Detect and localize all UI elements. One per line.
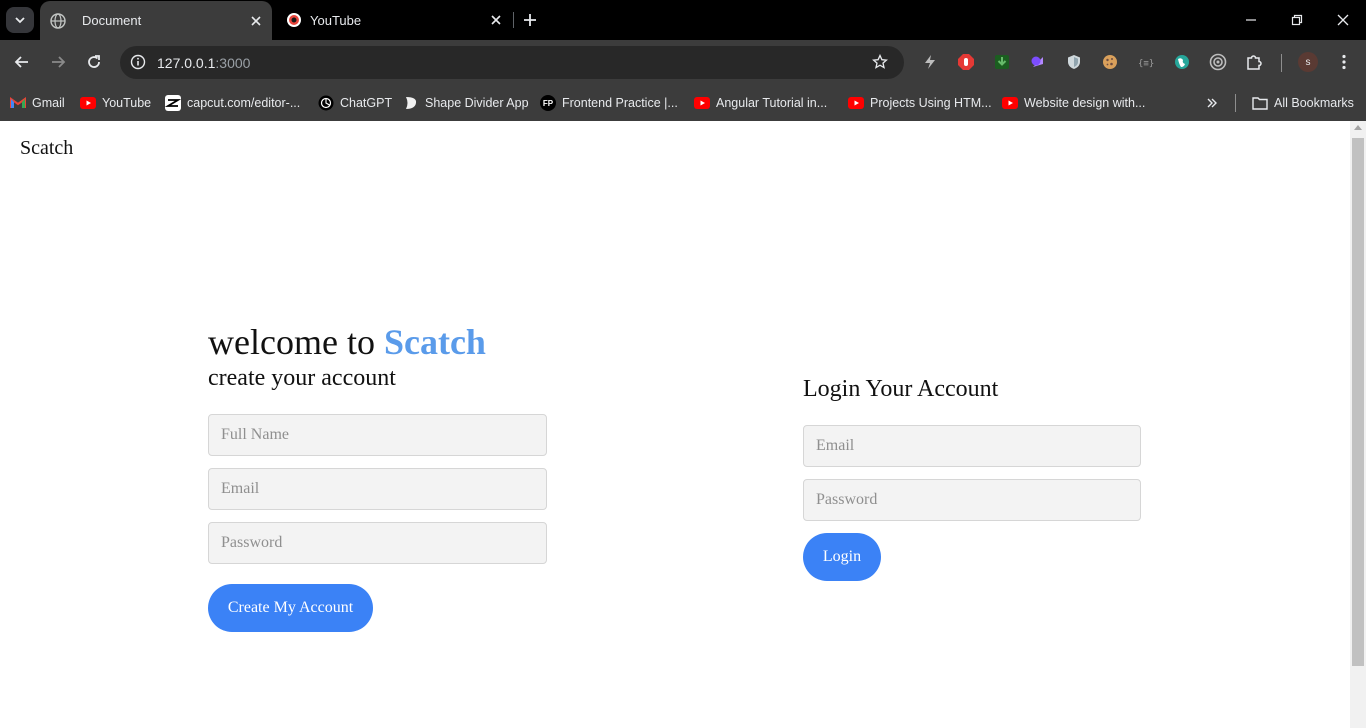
- tab-strip: Document YouTube: [0, 0, 1366, 40]
- plus-icon: [524, 14, 536, 26]
- login-email-input[interactable]: [803, 425, 1141, 467]
- new-tab-button[interactable]: [518, 8, 542, 32]
- create-account-button[interactable]: Create My Account: [208, 584, 373, 632]
- bookmark-label: Angular Tutorial in...: [716, 96, 828, 110]
- scrollbar-thumb[interactable]: [1352, 138, 1364, 666]
- kebab-menu-icon[interactable]: [1334, 52, 1354, 72]
- globe-extension-icon[interactable]: [1172, 52, 1192, 72]
- bookmark-projects-html[interactable]: Projects Using HTM...: [848, 93, 992, 113]
- reload-button[interactable]: [80, 48, 108, 76]
- minimize-button[interactable]: [1228, 0, 1274, 40]
- toolbar-divider: [1281, 54, 1282, 72]
- url-host: 127.0.0.1: [157, 55, 216, 71]
- tab-divider: [513, 12, 514, 28]
- restore-button[interactable]: [1274, 0, 1320, 40]
- json-extension-icon[interactable]: {≡}: [1136, 52, 1156, 72]
- address-bar[interactable]: 127.0.0.1:3000: [120, 46, 904, 79]
- bookmarks-divider: [1235, 94, 1236, 112]
- close-tab-icon[interactable]: [246, 11, 266, 31]
- welcome-brand: Scatch: [383, 322, 486, 362]
- capcut-icon: [165, 95, 181, 111]
- double-chevron-right-icon: [1207, 98, 1217, 108]
- bookmark-youtube[interactable]: YouTube: [80, 93, 151, 113]
- bookmark-label: YouTube: [102, 96, 152, 110]
- bookmark-gmail[interactable]: Gmail: [10, 93, 65, 113]
- bookmark-website-design[interactable]: Website design with...: [1002, 93, 1145, 113]
- back-button[interactable]: [8, 48, 36, 76]
- brand-logo[interactable]: Scatch: [20, 137, 73, 160]
- close-window-button[interactable]: [1320, 0, 1366, 40]
- shape-divider-icon: [403, 95, 419, 111]
- gmail-icon: [10, 95, 26, 111]
- bookmark-label: Website design with...: [1024, 96, 1146, 110]
- youtube-icon: [1002, 95, 1018, 111]
- bookmark-label: Shape Divider App: [425, 96, 529, 110]
- welcome-prefix: welcome to: [208, 322, 375, 362]
- chevron-down-icon: [15, 17, 25, 24]
- youtube-icon: [694, 95, 710, 111]
- signup-password-input[interactable]: [208, 522, 547, 564]
- tab-title: YouTube: [310, 12, 362, 28]
- scroll-up-arrow-icon[interactable]: [1354, 125, 1362, 130]
- restore-icon: [1291, 14, 1303, 26]
- puzzle-extensions-icon[interactable]: [1244, 52, 1264, 72]
- youtube-icon: [80, 95, 96, 111]
- bookmark-label: capcut.com/editor-...: [187, 96, 301, 110]
- bookmark-label: All Bookmarks: [1274, 96, 1354, 110]
- tab-search-button[interactable]: [6, 7, 34, 33]
- page-viewport: Scatch welcome to Scatch create your acc…: [0, 121, 1350, 728]
- browser-toolbar: 127.0.0.1:3000 {≡} s: [0, 40, 1366, 85]
- tab-document[interactable]: Document: [40, 1, 272, 40]
- stop-hand-extension-icon[interactable]: [956, 52, 976, 72]
- forward-button[interactable]: [44, 48, 72, 76]
- bookmark-label: ChatGPT: [340, 96, 393, 110]
- shield-extension-icon[interactable]: [1064, 52, 1084, 72]
- purple-extension-icon[interactable]: [1028, 52, 1048, 72]
- bookmark-label: Gmail: [32, 96, 65, 110]
- globe-icon: [50, 12, 66, 29]
- reload-icon: [88, 55, 100, 68]
- arrow-right-icon: [52, 56, 66, 68]
- fp-icon: FP: [540, 95, 556, 111]
- bookmark-star-icon[interactable]: [870, 52, 890, 72]
- download-extension-icon[interactable]: [992, 52, 1012, 72]
- youtube-icon: [848, 95, 864, 111]
- signup-email-input[interactable]: [208, 468, 547, 510]
- site-info-icon[interactable]: [128, 52, 148, 72]
- youtube-recording-icon: [286, 12, 302, 28]
- chatgpt-icon: [318, 95, 334, 111]
- url-port: :3000: [215, 55, 251, 71]
- bookmark-chatgpt[interactable]: ChatGPT: [318, 93, 392, 113]
- login-heading: Login Your Account: [803, 376, 999, 402]
- tab-title: Document: [82, 13, 142, 28]
- folder-icon: [1252, 95, 1268, 111]
- minimize-icon: [1246, 19, 1256, 21]
- fullname-input[interactable]: [208, 414, 547, 456]
- bookmark-angular-tutorial[interactable]: Angular Tutorial in...: [694, 93, 827, 113]
- close-icon: [1337, 14, 1349, 26]
- close-tab-icon[interactable]: [486, 10, 506, 30]
- svg-text:{≡}: {≡}: [1138, 59, 1154, 69]
- login-password-input[interactable]: [803, 479, 1141, 521]
- bookmark-capcut[interactable]: capcut.com/editor-...: [165, 93, 300, 113]
- bookmark-label: Projects Using HTM...: [870, 96, 992, 110]
- bookmark-shape-divider[interactable]: Shape Divider App: [403, 93, 529, 113]
- target-extension-icon[interactable]: [1208, 52, 1228, 72]
- arrow-left-icon: [14, 56, 28, 68]
- bookmarks-bar: Gmail YouTube capcut.com/editor-... Chat…: [0, 85, 1366, 121]
- login-button[interactable]: Login: [803, 533, 881, 581]
- welcome-heading: welcome to Scatch: [208, 321, 486, 363]
- more-bookmarks-button[interactable]: [1202, 93, 1222, 113]
- lightning-extension-icon[interactable]: [920, 52, 940, 72]
- all-bookmarks-button[interactable]: All Bookmarks: [1252, 93, 1354, 113]
- cookie-extension-icon[interactable]: [1100, 52, 1120, 72]
- tab-youtube[interactable]: YouTube: [276, 0, 512, 40]
- profile-avatar[interactable]: s: [1298, 52, 1318, 72]
- create-account-subtitle: create your account: [208, 365, 396, 391]
- bookmark-label: Frontend Practice |...: [562, 96, 678, 110]
- url-text: 127.0.0.1:3000: [157, 55, 250, 71]
- bookmark-frontend-practice[interactable]: FP Frontend Practice |...: [540, 93, 678, 113]
- vertical-scrollbar[interactable]: [1350, 121, 1366, 728]
